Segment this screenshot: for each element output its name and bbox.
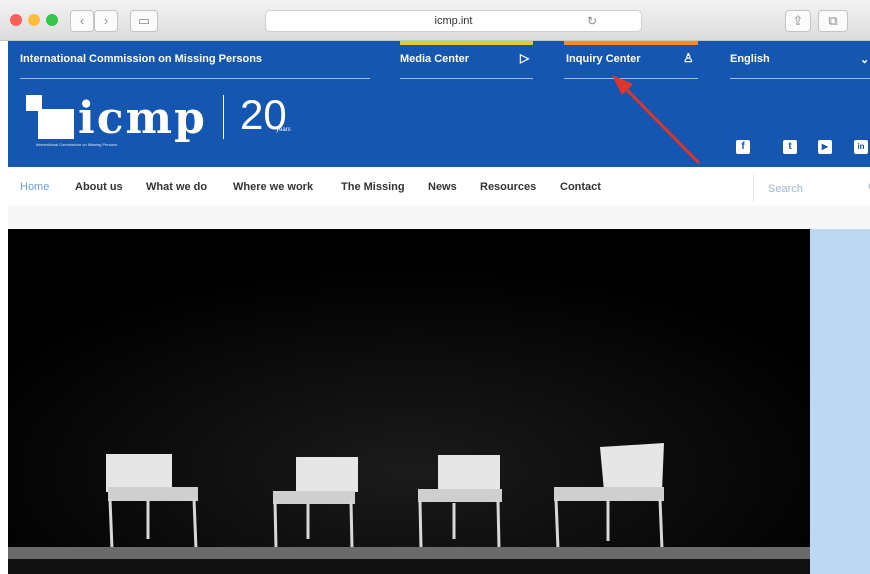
site-header: International Commission on Missing Pers…: [8, 41, 870, 167]
inquiry-accent-bar: [564, 41, 698, 45]
media-accent-bar: [400, 41, 533, 45]
main-navigation: Home About us What we do Where we work T…: [8, 171, 870, 205]
media-center-link[interactable]: Media Center: [400, 53, 469, 65]
tabs-button[interactable]: ⧉: [818, 10, 848, 32]
icmp-website: International Commission on Missing Pers…: [0, 41, 870, 574]
chevron-down-icon: ⌄: [860, 54, 870, 66]
share-button[interactable]: ⇪: [785, 10, 811, 32]
play-icon: ▷: [520, 51, 530, 65]
nav-news[interactable]: News: [428, 181, 457, 193]
nav-contact[interactable]: Contact: [560, 181, 601, 193]
logo-divider: [223, 95, 224, 139]
nav-the-missing[interactable]: The Missing: [341, 181, 405, 193]
empty-chairs-illustration: [8, 229, 810, 574]
facebook-icon[interactable]: f: [736, 140, 750, 154]
inquiry-center-underline: [564, 78, 698, 79]
anniversary-label: years: [276, 127, 291, 133]
back-button[interactable]: ‹: [70, 10, 94, 32]
nav-separator-band: [8, 205, 870, 229]
address-bar[interactable]: icmp.int ↻: [265, 10, 642, 32]
hero-image-empty-chairs: [8, 229, 810, 574]
nav-home[interactable]: Home: [20, 181, 49, 193]
browser-window: ‹ › ▭ icmp.int ↻ ⇪ ⧉ International Commi…: [0, 0, 870, 574]
chevron-left-icon: ‹: [79, 13, 85, 28]
sidebar-button[interactable]: ▭: [130, 10, 158, 32]
minimize-window-button[interactable]: [28, 14, 40, 26]
zoom-window-button[interactable]: [46, 14, 58, 26]
sidebar-icon: ▭: [137, 13, 151, 28]
close-window-button[interactable]: [10, 14, 22, 26]
share-icon: ⇪: [792, 13, 804, 28]
side-panel: [810, 229, 870, 574]
logo-text: icmp: [78, 93, 207, 144]
nav-where-we-work[interactable]: Where we work: [233, 181, 313, 193]
media-center-underline: [400, 78, 533, 79]
nav-about-us[interactable]: About us: [75, 181, 123, 193]
browser-toolbar: ‹ › ▭ icmp.int ↻ ⇪ ⧉: [0, 0, 870, 41]
logo-subtitle: International Commission on Missing Pers…: [36, 142, 118, 147]
nav-resources[interactable]: Resources: [480, 181, 536, 193]
forward-button[interactable]: ›: [94, 10, 118, 32]
org-name-underline: [20, 78, 370, 79]
url-text: icmp.int: [434, 15, 473, 27]
reload-icon[interactable]: ↻: [587, 11, 597, 31]
user-icon: ♙: [683, 51, 694, 65]
search-box[interactable]: Search ⚲: [753, 174, 870, 202]
search-placeholder: Search: [768, 183, 803, 195]
tabs-icon: ⧉: [828, 13, 838, 28]
inquiry-center-link[interactable]: Inquiry Center: [566, 53, 641, 65]
logo-square-large: [38, 109, 74, 139]
language-selector[interactable]: English: [730, 53, 770, 65]
nav-what-we-do[interactable]: What we do: [146, 181, 207, 193]
linkedin-icon[interactable]: in: [854, 140, 868, 154]
youtube-icon[interactable]: ▶: [818, 140, 832, 154]
org-name-link[interactable]: International Commission on Missing Pers…: [20, 53, 262, 65]
twitter-icon[interactable]: t: [783, 140, 797, 154]
chevron-right-icon: ›: [103, 13, 109, 28]
language-underline: [730, 78, 870, 79]
